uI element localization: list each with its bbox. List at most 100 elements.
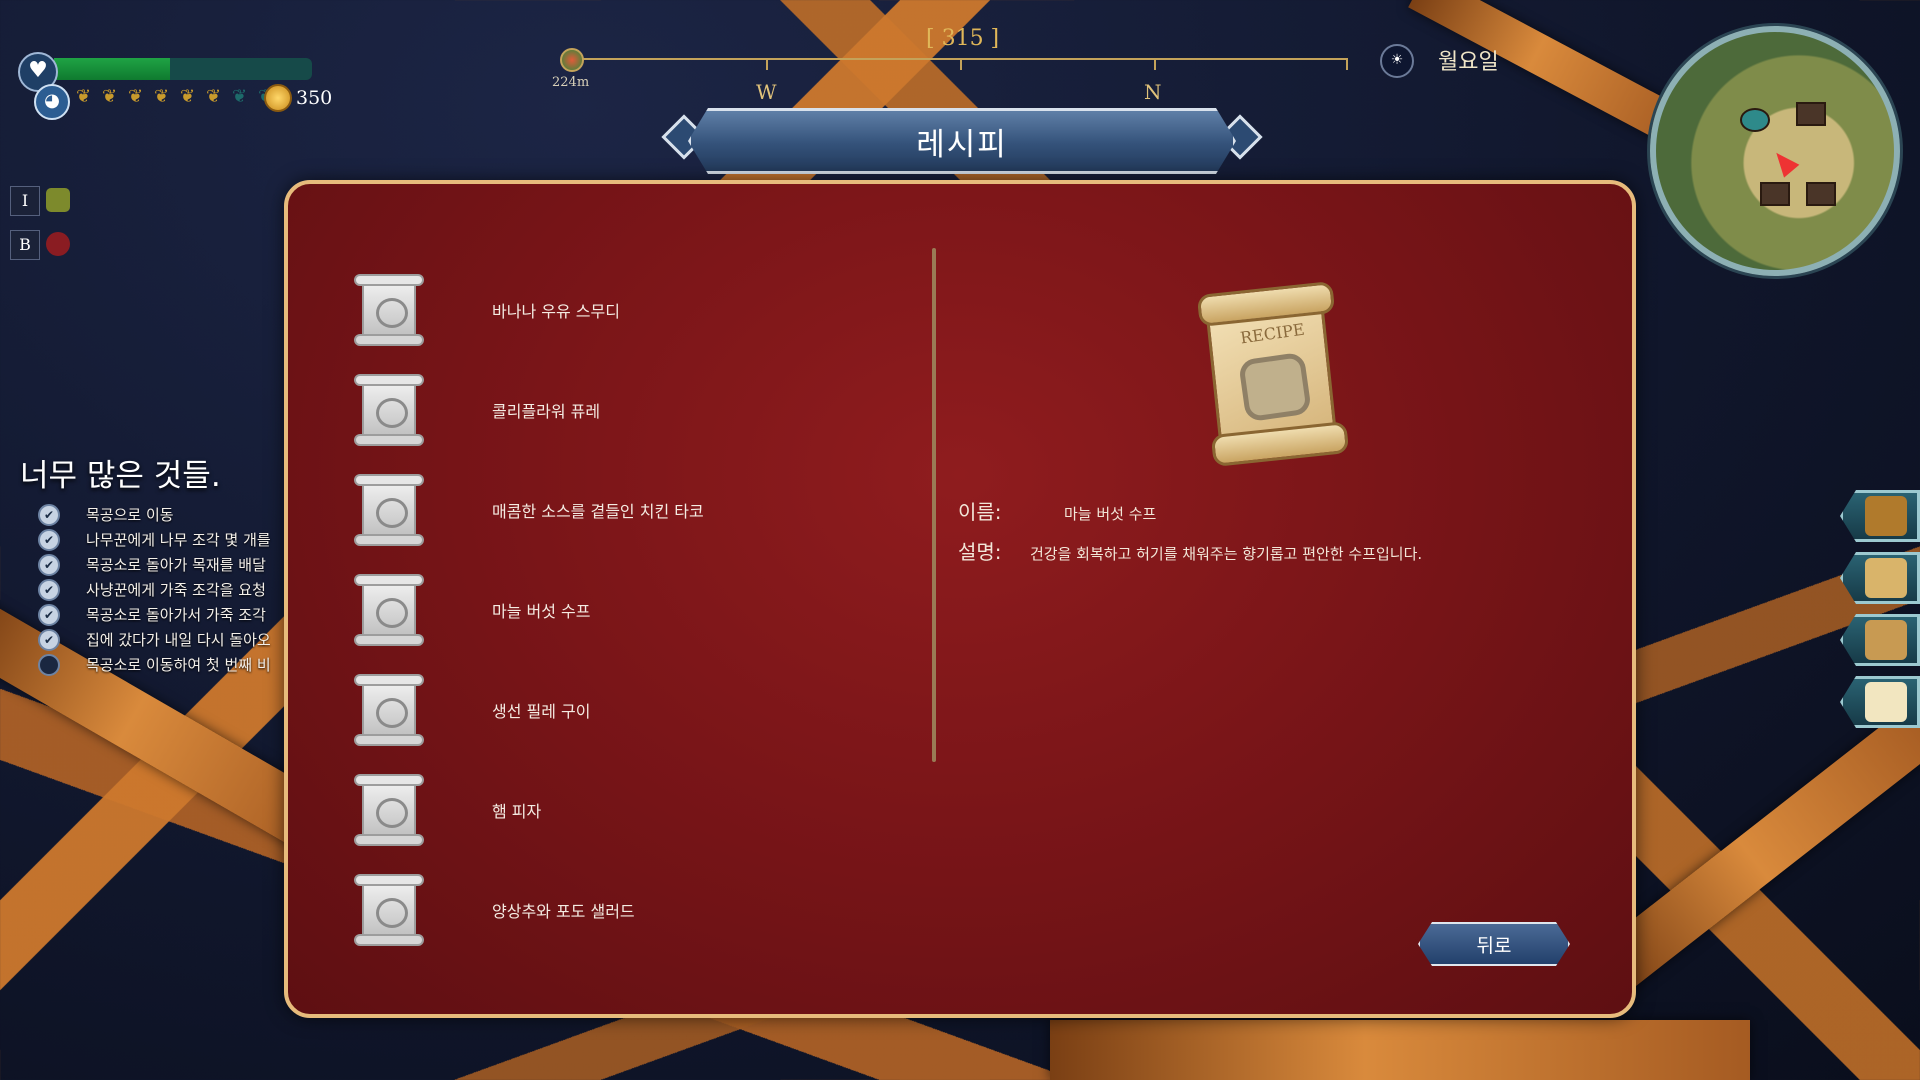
recipe-scroll-icon <box>354 574 424 646</box>
wooden-beam <box>1050 1020 1750 1080</box>
backpack-icon <box>46 188 70 212</box>
backpack-tab-icon <box>1865 496 1907 536</box>
recipe-name: 바나나 우유 스무디 <box>492 302 620 321</box>
checkmark-icon: ✔ <box>38 628 60 651</box>
back-button[interactable]: 뒤로 <box>1418 922 1570 966</box>
compass-tick <box>766 58 768 70</box>
rose-key[interactable]: B <box>10 230 40 260</box>
side-tab[interactable] <box>1840 490 1920 542</box>
title-banner: 레시피 <box>688 108 1236 174</box>
recipe-scroll-icon <box>354 674 424 746</box>
side-tab[interactable] <box>1840 614 1920 666</box>
compass-west: W <box>756 80 777 104</box>
compass-tick <box>1154 58 1156 70</box>
quest-objective: ✔ 목공으로 이동 <box>38 502 284 527</box>
minimap-house <box>1760 182 1790 206</box>
recipe-item[interactable]: 양상추와 포도 샐러드 <box>354 860 874 960</box>
coin-counter: 350 <box>264 84 332 112</box>
scroll-tab-icon <box>1865 558 1907 598</box>
drumstick-icon: ❦ <box>180 86 196 107</box>
stomach-icon: ◕ <box>34 84 70 120</box>
wooden-beam <box>1587 696 1920 998</box>
checkmark-icon: ✔ <box>38 578 60 601</box>
quest-objective: 목공소로 이동하여 첫 번째 비 <box>38 652 284 677</box>
recipe-scroll-icon <box>354 874 424 946</box>
objective-marker-icon <box>560 48 584 72</box>
drumstick-icon: ❦ <box>154 86 170 107</box>
minimap-landmark <box>1740 108 1770 132</box>
inventory-key[interactable]: I <box>10 186 40 216</box>
side-tab[interactable] <box>1840 552 1920 604</box>
book-tab-icon <box>1865 620 1907 660</box>
recipe-item[interactable]: 바나나 우유 스무디 <box>354 260 874 360</box>
quest-objective: ✔ 목공소로 돌아가 목재를 배달 <box>38 552 284 577</box>
drumstick-icon: ❦ <box>128 86 144 107</box>
detail-desc-row: 설명: 건강을 회복하고 허기를 채워주는 향기롭고 편안한 수프입니다. <box>958 536 1422 565</box>
drumstick-icon: ❦ <box>102 86 118 107</box>
drumstick-icon: ❦ <box>232 86 248 107</box>
minimap-house <box>1806 182 1836 206</box>
quest-objective-text: 집에 갔다가 내일 다시 돌아오 <box>86 631 271 649</box>
recipe-scroll-icon <box>354 774 424 846</box>
recipe-scroll-icon <box>354 474 424 546</box>
recipe-name: 콜리플라워 퓨레 <box>492 402 601 421</box>
description-label: 설명: <box>958 540 1002 564</box>
player-arrow-icon <box>1768 146 1800 178</box>
quest-objective-text: 목공으로 이동 <box>86 506 174 524</box>
recipe-item[interactable]: 생선 필레 구이 <box>354 660 874 760</box>
compass-heading: [ 315 ] <box>926 26 1000 51</box>
coin-amount: 350 <box>296 87 333 109</box>
quest-objective: ✔ 사냥꾼에게 가죽 조각을 요청 <box>38 577 284 602</box>
checkmark-icon: ✔ <box>38 528 60 551</box>
recipe-name: 생선 필레 구이 <box>492 702 591 721</box>
health-fill <box>54 58 171 80</box>
compass-bar <box>566 58 1348 60</box>
empty-circle-icon <box>38 653 60 676</box>
quest-title: 너무 많은 것들. <box>20 458 221 494</box>
fried-egg-tab-icon <box>1865 682 1907 722</box>
checkmark-icon: ✔ <box>38 553 60 576</box>
weekday-label: 월요일 <box>1438 50 1499 75</box>
recipe-name: 매콤한 소스를 곁들인 치킨 타코 <box>492 502 704 521</box>
description-value: 건강을 회복하고 허기를 채워주는 향기롭고 편안한 수프입니다. <box>1030 545 1423 563</box>
recipe-scroll-icon <box>354 374 424 446</box>
checkmark-icon: ✔ <box>38 503 60 526</box>
recipe-panel: 바나나 우유 스무디 콜리플라워 퓨레 매콤한 소스를 곁들인 치킨 타코 마늘 버섯… <box>284 180 1636 1018</box>
recipe-name: 햄 피자 <box>492 802 542 821</box>
window-title: 레시피 <box>916 126 1008 163</box>
quest-objective-text: 나무꾼에게 나무 조각 몇 개를 <box>86 531 271 549</box>
recipe-scroll-icon <box>354 274 424 346</box>
quest-objective-text: 목공소로 이동하여 첫 번째 비 <box>86 656 271 674</box>
quest-objective: ✔ 집에 갔다가 내일 다시 돌아오 <box>38 627 284 652</box>
name-value: 마늘 버섯 수프 <box>1064 505 1157 523</box>
quest-objective-text: 목공소로 돌아가서 가죽 조각 <box>86 606 266 624</box>
detail-name-row: 이름: 마늘 버섯 수프 <box>958 496 1156 525</box>
quest-objective-text: 사냥꾼에게 가죽 조각을 요청 <box>86 581 266 599</box>
recipe-item[interactable]: 매콤한 소스를 곁들인 치킨 타코 <box>354 460 874 560</box>
side-tab[interactable] <box>1840 676 1920 728</box>
recipe-scroll-image: RECIPE <box>1192 280 1350 468</box>
recipe-list: 바나나 우유 스무디콜리플라워 퓨레매콤한 소스를 곁들인 치킨 타코마늘 버섯… <box>354 260 874 960</box>
compass-north: N <box>1144 80 1162 104</box>
quest-list: ✔ 목공으로 이동 ✔ 나무꾼에게 나무 조각 몇 개를 ✔ 목공소로 돌아가 목재를 배… <box>38 502 284 677</box>
rose-icon <box>46 232 70 256</box>
recipe-item[interactable]: 콜리플라워 퓨레 <box>354 360 874 460</box>
list-scrollbar[interactable] <box>932 248 936 762</box>
recipe-emblem-icon <box>1238 351 1312 423</box>
drumstick-icon: ❦ <box>76 86 92 107</box>
checkmark-icon: ✔ <box>38 603 60 626</box>
health-bar: ♥ <box>18 52 316 92</box>
compass-tick <box>1346 58 1348 70</box>
recipe-item[interactable]: 마늘 버섯 수프 <box>354 560 874 660</box>
drumstick-icon: ❦ <box>206 86 222 107</box>
name-label: 이름: <box>958 500 1002 524</box>
recipe-item[interactable]: 햄 피자 <box>354 760 874 860</box>
recipe-name: 양상추와 포도 샐러드 <box>492 902 635 921</box>
health-track <box>54 58 312 80</box>
minimap-house <box>1796 102 1826 126</box>
coin-icon <box>264 84 292 112</box>
quest-objective: ✔ 나무꾼에게 나무 조각 몇 개를 <box>38 527 284 552</box>
sunrise-icon: ☀ <box>1380 44 1414 78</box>
quest-objective: ✔ 목공소로 돌아가서 가죽 조각 <box>38 602 284 627</box>
minimap[interactable] <box>1650 26 1900 276</box>
